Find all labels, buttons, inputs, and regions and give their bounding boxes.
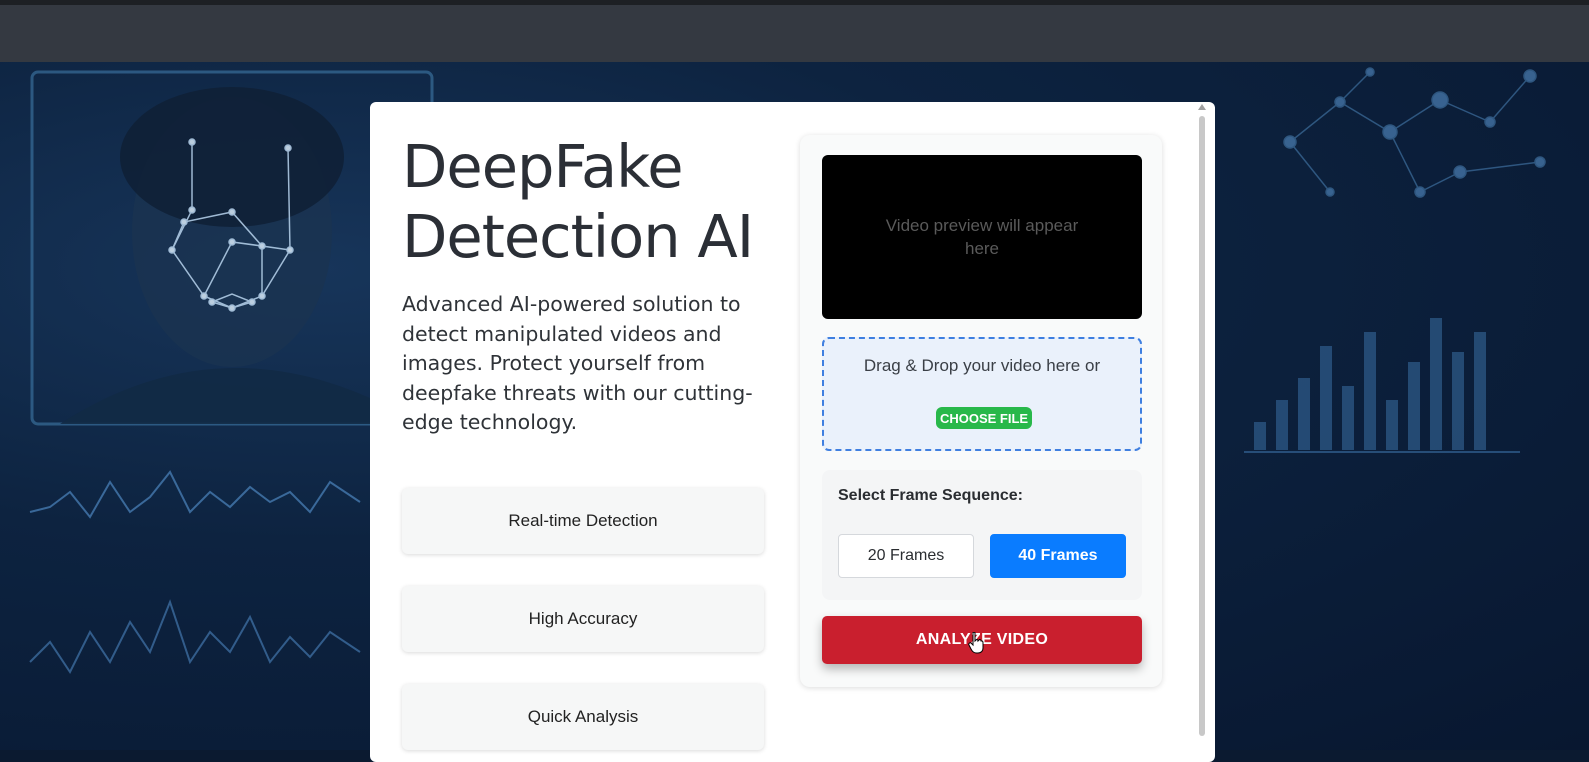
hero-description: Advanced AI-powered solution to detect m… (402, 292, 753, 434)
frames-40-option[interactable]: 40 Frames (990, 534, 1126, 578)
frame-sequence-selector: Select Frame Sequence: 20 Frames 40 Fram… (822, 470, 1142, 600)
browser-top-bar (0, 0, 1589, 62)
main-card: DeepFake Detection AI Advanced AI-powere… (370, 102, 1215, 762)
feature-card-accuracy: High Accuracy (402, 586, 764, 652)
feature-card-quick-analysis: Quick Analysis (402, 684, 764, 750)
feature-label: High Accuracy (528, 609, 638, 628)
drop-text: Drag & Drop your video here or (863, 356, 1101, 375)
feature-label: Real-time Detection (508, 511, 658, 530)
page-title: DeepFake Detection AI (402, 132, 754, 271)
file-dropzone[interactable]: Drag & Drop your video here or CHOOSE FI… (822, 337, 1142, 451)
video-preview-placeholder: Video preview will appear here (885, 216, 1079, 258)
feature-card-realtime: Real-time Detection (402, 488, 764, 554)
frames-20-option[interactable]: 20 Frames (838, 534, 974, 578)
choose-file-button[interactable]: CHOOSE FILE (936, 407, 1032, 429)
scroll-up-arrow-icon[interactable] (1198, 104, 1206, 110)
upload-panel: Video preview will appear here Drag & Dr… (800, 135, 1162, 687)
mouse-pointer-icon (968, 632, 984, 654)
scrollbar[interactable] (1199, 116, 1205, 736)
video-preview: Video preview will appear here (822, 155, 1142, 319)
frame-sequence-label: Select Frame Sequence: (838, 487, 1023, 504)
feature-label: Quick Analysis (527, 707, 639, 726)
